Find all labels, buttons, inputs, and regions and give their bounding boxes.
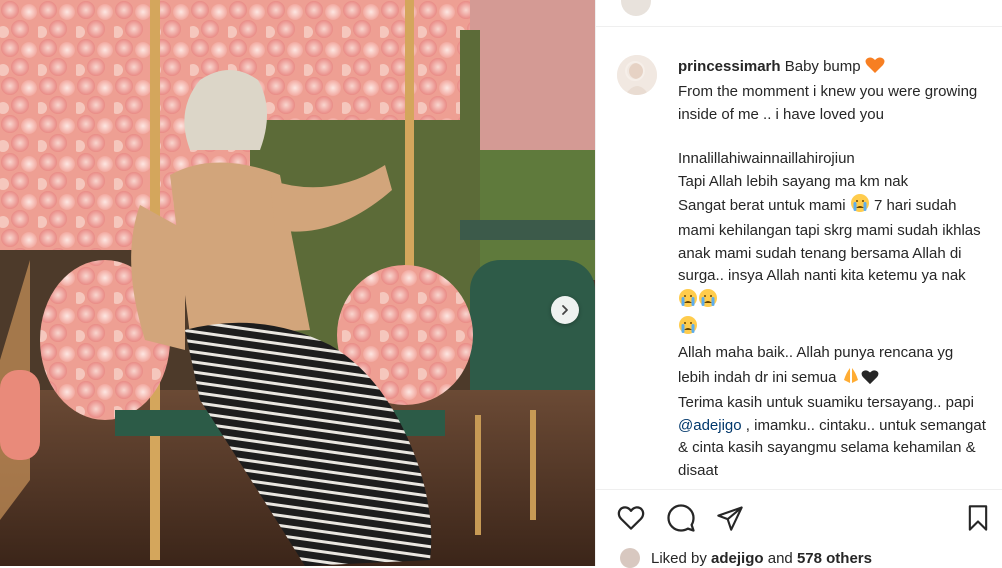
crying-face-icon <box>678 288 698 315</box>
caption-line-3b: Sangat berat untuk mami <box>678 197 846 215</box>
liker-username[interactable]: adejigo <box>711 550 764 567</box>
caption-line-3: Tapi Allah lebih sayang ma km nak Sangat … <box>678 171 988 343</box>
caption-line-5: Terima kasih untuk suamiku tersayang.. p… <box>678 392 988 482</box>
caption-first-line: princessimarh Baby bump <box>678 56 988 81</box>
likes-prefix: Liked by <box>651 549 707 567</box>
likes-middle: and <box>767 549 793 567</box>
like-button[interactable] <box>614 501 648 535</box>
caption-line-4: Allah maha baik.. Allah punya rencana yg… <box>678 342 988 392</box>
author-username[interactable]: princessimarh <box>678 58 781 75</box>
actions-divider <box>596 489 1002 490</box>
caption-mention-link[interactable]: @adejigo <box>678 417 742 434</box>
orange-heart-icon <box>865 56 885 81</box>
post-actions <box>596 501 1002 537</box>
post-photo-illustration <box>0 0 595 566</box>
heart-icon <box>617 506 645 530</box>
caption-line-1: From the momment i knew you were growing… <box>678 83 978 123</box>
author-avatar[interactable] <box>617 55 657 95</box>
comment-button[interactable] <box>664 501 698 535</box>
crying-face-icon <box>850 193 870 220</box>
paper-plane-icon <box>717 506 743 531</box>
chevron-right-icon <box>562 305 568 315</box>
caption-head-text: Baby bump <box>784 58 861 75</box>
folded-hands-icon <box>841 365 861 392</box>
caption-line-5a: Terima kasih untuk suamiku tersayang.. p… <box>678 394 974 412</box>
likes-summary: Liked by adejigo and 578 others <box>620 548 872 568</box>
save-button[interactable] <box>961 501 995 535</box>
header-divider <box>596 26 1002 27</box>
crying-face-icon <box>678 315 698 342</box>
author-avatar-image <box>617 55 657 95</box>
header-avatar-partial[interactable] <box>621 0 651 16</box>
post-details-panel: princessimarh Baby bump From the momment… <box>595 0 1002 568</box>
post-photo[interactable] <box>0 0 595 566</box>
next-photo-button[interactable] <box>551 296 579 324</box>
comment-icon <box>667 504 695 532</box>
post-caption: princessimarh Baby bump From the momment… <box>678 56 988 482</box>
black-heart-icon <box>861 369 879 392</box>
likes-count[interactable]: 578 others <box>797 550 872 567</box>
crying-face-icon <box>698 288 718 315</box>
liker-avatar[interactable] <box>620 548 640 568</box>
share-button[interactable] <box>713 501 747 535</box>
caption-line-4-text: Allah maha baik.. Allah punya rencana yg… <box>678 344 954 386</box>
caption-line-2: Innalillahiwainnaillahirojiun <box>678 150 855 168</box>
caption-line-3a: Tapi Allah lebih sayang ma km nak <box>678 172 909 190</box>
bookmark-icon <box>968 505 988 531</box>
